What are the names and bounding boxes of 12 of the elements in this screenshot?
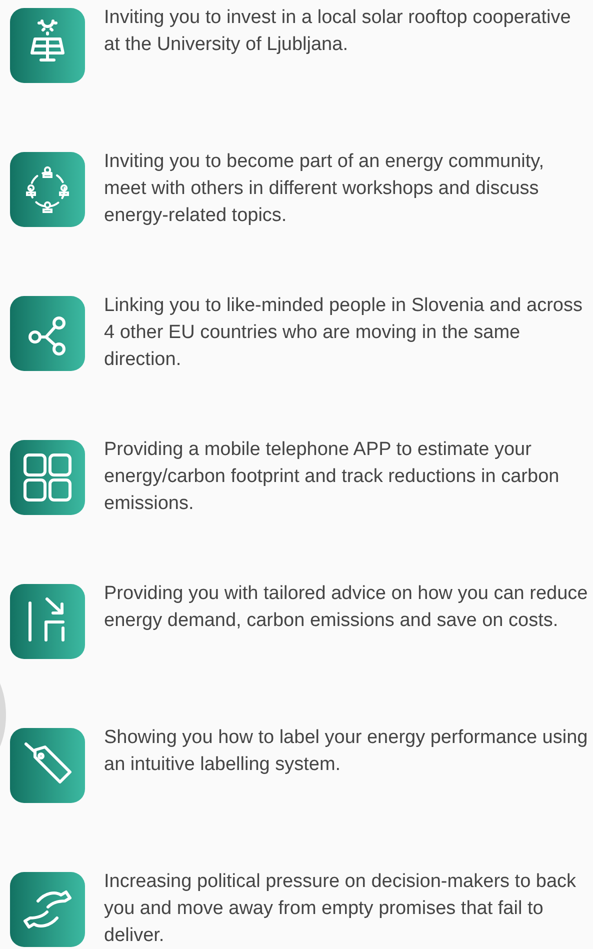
benefit-text: Showing you how to label your energy performance using an intuitive labelling system. bbox=[104, 726, 589, 777]
solar-panel-icon bbox=[10, 8, 85, 83]
tag-icon bbox=[10, 728, 85, 803]
share-icon bbox=[10, 296, 85, 371]
benefit-text: Linking you to like-minded people in Slovenia and across 4 other EU countries who are moving in the same direction. bbox=[104, 294, 584, 372]
grid-icon bbox=[10, 440, 85, 515]
benefit-text: Inviting you to invest in a local solar rooftop cooperative at the University of Ljubljana. bbox=[104, 6, 572, 57]
benefit-text: Providing a mobile telephone APP to estimate your energy/carbon footprint and track reductions in carbon emissions. bbox=[104, 438, 560, 516]
benefit-text: Providing you with tailored advice on how you can reduce energy demand, carbon emissions and save on costs. bbox=[104, 582, 589, 633]
hands-icon bbox=[10, 872, 85, 947]
benefit-text: Inviting you to become part of an energy community, meet with others in different workshops and discuss energy-related topics. bbox=[104, 150, 546, 228]
benefit-text: Increasing political pressure on decision-makers to back you and move away from empty promises that fail to deliver. bbox=[104, 870, 578, 947]
